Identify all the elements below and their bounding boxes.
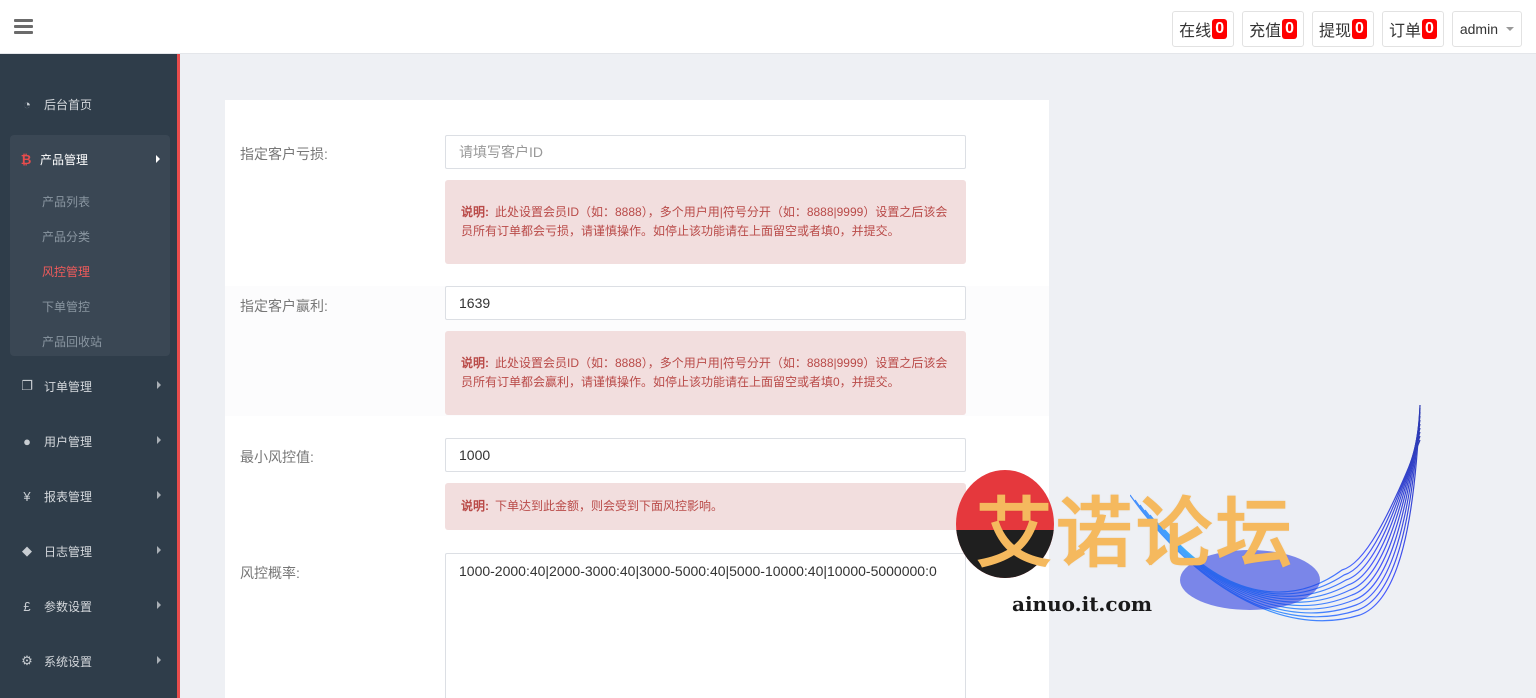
sidebar-item-label: 系统设置 [44,654,93,669]
sidebar-item-logs[interactable]: ◆ 日志管理 [0,531,177,571]
chevron-right-icon [156,155,160,163]
win-customer-input[interactable]: 1639 [445,286,966,320]
menu-toggle-icon[interactable] [14,19,33,35]
top-bar: 在线 0 充值 0 提现 0 订单 0 admin [0,0,1536,54]
user-menu-button[interactable]: admin [1451,11,1522,47]
sidebar-item-label: 报表管理 [44,489,93,504]
loss-customer-note: 说明: 此处设置会员ID（如：8888），多个用户用|符号分开（如：8888|99… [445,180,966,264]
sidebar-item-reports[interactable]: ¥ 报表管理 [0,476,177,516]
chevron-right-icon [157,546,161,554]
user-icon: ● [23,433,31,449]
loss-customer-input[interactable]: 请填写客户ID [445,135,966,169]
sidebar-item-label: 用户管理 [44,434,93,449]
note-text: 此处设置会员ID（如：8888），多个用户用|符号分开（如：8888|9999）… [461,356,948,389]
win-customer-value: 1639 [459,295,491,311]
copy-icon: ❐ [21,378,33,393]
chevron-right-icon [157,601,161,609]
withdraw-button[interactable]: 提现 0 [1312,11,1374,47]
sidebar-subitem-risk-control[interactable]: 风控管理 [42,263,90,280]
dashboard-icon: ◔ [23,96,31,112]
min-risk-label: 最小风控值: [240,449,314,465]
min-risk-note: 说明: 下单达到此金额，则会受到下面风控影响。 [445,483,966,530]
recharge-count-badge: 0 [1282,19,1298,39]
recharge-button[interactable]: 充值 0 [1242,11,1305,47]
risk-probability-textarea[interactable]: 1000-2000:40|2000-3000:40|3000-5000:40|5… [445,553,966,698]
risk-probability-label: 风控概率: [240,565,300,581]
sidebar-item-product[interactable]: ₿ 产品管理 [10,135,170,183]
min-risk-value: 1000 [459,447,491,463]
top-right-controls: 在线 0 充值 0 提现 0 订单 0 admin [1172,11,1522,47]
chevron-down-icon [1506,27,1514,31]
sidebar-group-product: ₿ 产品管理 产品列表 产品分类 风控管理 下单管控 产品回收站 [10,135,170,356]
pound-icon: £ [23,598,31,614]
yen-icon: ¥ [23,488,31,504]
online-label: 在线 [1179,23,1212,40]
username: admin [1459,21,1498,37]
orders-button[interactable]: 订单 0 [1381,11,1444,47]
orders-label: 订单 [1388,23,1421,40]
win-customer-label: 指定客户赢利: [240,298,328,314]
chevron-right-icon [157,491,161,499]
sidebar-item-label: 参数设置 [44,599,93,614]
sidebar-item-label: 产品管理 [40,152,89,167]
watermark-logo: 艾诺论坛 ainuo.it.com [950,400,1430,660]
risk-control-form: 指定客户亏损: 请填写客户ID 说明: 此处设置会员ID（如：8888），多个用户… [225,100,1049,698]
sidebar-subitem-product-category[interactable]: 产品分类 [42,228,90,245]
sidebar-item-label: 订单管理 [44,379,93,394]
sidebar-subitem-product-list[interactable]: 产品列表 [42,193,90,210]
orders-count-badge: 0 [1421,19,1437,39]
watermark-url: ainuo.it.com [1012,592,1153,616]
chevron-right-icon [157,656,161,664]
sidebar-item-orders[interactable]: ❐ 订单管理 [0,366,177,406]
loss-customer-label: 指定客户亏损: [240,146,328,162]
online-button[interactable]: 在线 0 [1172,11,1235,47]
note-text: 下单达到此金额，则会受到下面风控影响。 [495,499,724,513]
win-customer-note: 说明: 此处设置会员ID（如：8888），多个用户用|符号分开（如：8888|99… [445,331,966,415]
withdraw-count-badge: 0 [1352,19,1367,39]
sidebar-item-label: 日志管理 [44,544,93,559]
note-title: 说明: [461,356,489,370]
online-count-badge: 0 [1212,19,1228,39]
recharge-label: 充值 [1249,23,1282,40]
sidebar-item-params[interactable]: £ 参数设置 [0,586,177,626]
bitcoin-icon: ₿ [20,151,32,167]
note-title: 说明: [461,499,489,513]
sidebar-item-system[interactable]: ⚙ 系统设置 [0,641,177,681]
gears-icon: ⚙ [21,653,33,668]
min-risk-input[interactable]: 1000 [445,438,966,472]
withdraw-label: 提现 [1319,23,1352,40]
note-title: 说明: [461,205,489,219]
sidebar-subitem-order-control[interactable]: 下单管控 [42,298,90,315]
loss-customer-placeholder: 请填写客户ID [459,144,543,160]
sidebar-subitem-product-recycle[interactable]: 产品回收站 [42,333,102,350]
sidebar: ◔ 后台首页 ₿ 产品管理 产品列表 产品分类 风控管理 下单管控 产品回收站 … [0,54,180,698]
sidebar-item-users[interactable]: ● 用户管理 [0,421,177,461]
sidebar-item-label: 后台首页 [44,97,93,112]
chevron-right-icon [157,381,161,389]
tag-icon: ◆ [22,543,32,558]
watermark-title: 艾诺论坛 [976,489,1296,578]
note-text: 此处设置会员ID（如：8888），多个用户用|符号分开（如：8888|9999）… [461,205,948,238]
sidebar-item-home[interactable]: ◔ 后台首页 [0,84,177,124]
chevron-right-icon [157,436,161,444]
